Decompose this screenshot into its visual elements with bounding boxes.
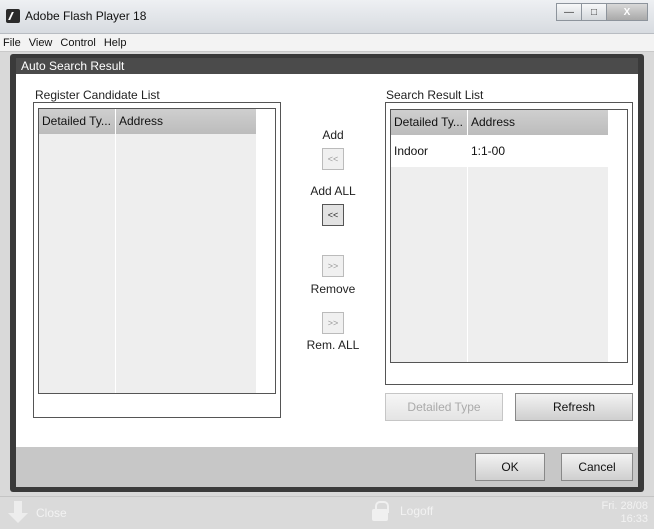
dialog-footer: OK Cancel [16, 447, 638, 487]
table-cell [116, 326, 257, 358]
dialog-body: Register Candidate List Detailed Ty... A… [16, 74, 638, 447]
dialog-title: Auto Search Result [21, 59, 125, 73]
remove-all-label: Rem. ALL [306, 338, 360, 352]
ok-button[interactable]: OK [475, 453, 545, 481]
minimize-button[interactable]: — [556, 3, 582, 21]
table-row[interactable] [391, 295, 609, 327]
table-cell [116, 134, 257, 166]
table-cell [39, 358, 116, 393]
table-cell [39, 166, 116, 198]
cancel-button[interactable]: Cancel [561, 453, 633, 481]
close-window-button[interactable]: X [606, 3, 648, 21]
table-cell [391, 167, 468, 199]
logoff-button[interactable]: Logoff [372, 501, 433, 521]
table-cell [116, 294, 257, 326]
close-task-label: Close [36, 506, 67, 520]
table-cell [468, 167, 609, 199]
column-header-detailed-type[interactable]: Detailed Ty... [391, 110, 468, 135]
table-cell [116, 230, 257, 262]
table-row[interactable]: Indoor 1:1-00 [391, 135, 609, 167]
remove-label: Remove [310, 282, 356, 296]
clock-time: 16:33 [620, 513, 648, 525]
table-row[interactable] [39, 358, 257, 393]
table-row[interactable] [391, 327, 609, 362]
add-all-button[interactable]: << [322, 204, 344, 226]
remove-button[interactable]: >> [322, 255, 344, 277]
register-candidate-list[interactable]: Detailed Ty... Address [38, 108, 276, 394]
table-row[interactable] [39, 198, 257, 230]
dialog-titlebar: Auto Search Result [16, 58, 638, 74]
table-cell [39, 326, 116, 358]
menu-bar: File View Control Help [0, 34, 654, 52]
column-header-detailed-type[interactable]: Detailed Ty... [39, 109, 116, 134]
table-row[interactable] [391, 199, 609, 231]
table-row[interactable] [39, 326, 257, 358]
table-cell [391, 231, 468, 263]
table-cell [116, 166, 257, 198]
table-cell [39, 134, 116, 166]
table-cell [116, 262, 257, 294]
table-row[interactable] [39, 230, 257, 262]
column-header-address[interactable]: Address [116, 109, 257, 134]
column-header-address[interactable]: Address [468, 110, 609, 135]
table-cell [39, 294, 116, 326]
search-result-list[interactable]: Detailed Ty... Address Indoor 1:1-00 [390, 109, 628, 363]
logoff-label: Logoff [400, 504, 434, 518]
register-list-header: Detailed Ty... Address [39, 109, 257, 134]
table-cell [39, 198, 116, 230]
table-cell: Indoor [391, 135, 468, 167]
menu-view[interactable]: View [29, 37, 53, 49]
table-row[interactable] [391, 167, 609, 199]
table-cell [391, 199, 468, 231]
table-cell [391, 295, 468, 327]
table-row[interactable] [391, 263, 609, 295]
result-list-label: Search Result List [386, 88, 484, 102]
table-cell [468, 327, 609, 362]
table-cell [391, 327, 468, 362]
add-label: Add [322, 128, 344, 142]
window-title: Adobe Flash Player 18 [25, 9, 147, 23]
refresh-button[interactable]: Refresh [515, 393, 633, 421]
window-controls: — □ X [556, 3, 648, 21]
lock-icon [372, 501, 389, 521]
clock: Fri. 28/08 16:33 [602, 500, 648, 526]
table-cell [468, 231, 609, 263]
table-row[interactable] [39, 134, 257, 166]
clock-date: Fri. 28/08 [601, 500, 648, 512]
maximize-button[interactable]: □ [581, 3, 607, 21]
window-titlebar: Adobe Flash Player 18 — □ X [0, 0, 654, 34]
down-arrow-icon [8, 501, 28, 525]
table-row[interactable] [39, 262, 257, 294]
table-cell [39, 262, 116, 294]
menu-help[interactable]: Help [104, 37, 127, 49]
flash-player-icon [6, 9, 20, 23]
table-cell [116, 358, 257, 393]
table-row[interactable] [391, 231, 609, 263]
add-button[interactable]: << [322, 148, 344, 170]
register-list-label: Register Candidate List [35, 88, 160, 102]
taskbar: Close Logoff Fri. 28/08 16:33 [0, 496, 654, 529]
table-cell [468, 199, 609, 231]
table-cell [468, 295, 609, 327]
close-task-button[interactable]: Close [8, 499, 86, 527]
menu-control[interactable]: Control [60, 37, 95, 49]
table-cell: 1:1-00 [468, 135, 609, 167]
table-cell [39, 230, 116, 262]
menu-file[interactable]: File [3, 37, 21, 49]
result-list-header: Detailed Ty... Address [391, 110, 609, 135]
table-row[interactable] [39, 166, 257, 198]
table-cell [468, 263, 609, 295]
remove-all-button[interactable]: >> [322, 312, 344, 334]
table-cell [116, 198, 257, 230]
table-row[interactable] [39, 294, 257, 326]
add-all-label: Add ALL [310, 184, 356, 198]
detailed-type-button[interactable]: Detailed Type [385, 393, 503, 421]
table-cell [391, 263, 468, 295]
